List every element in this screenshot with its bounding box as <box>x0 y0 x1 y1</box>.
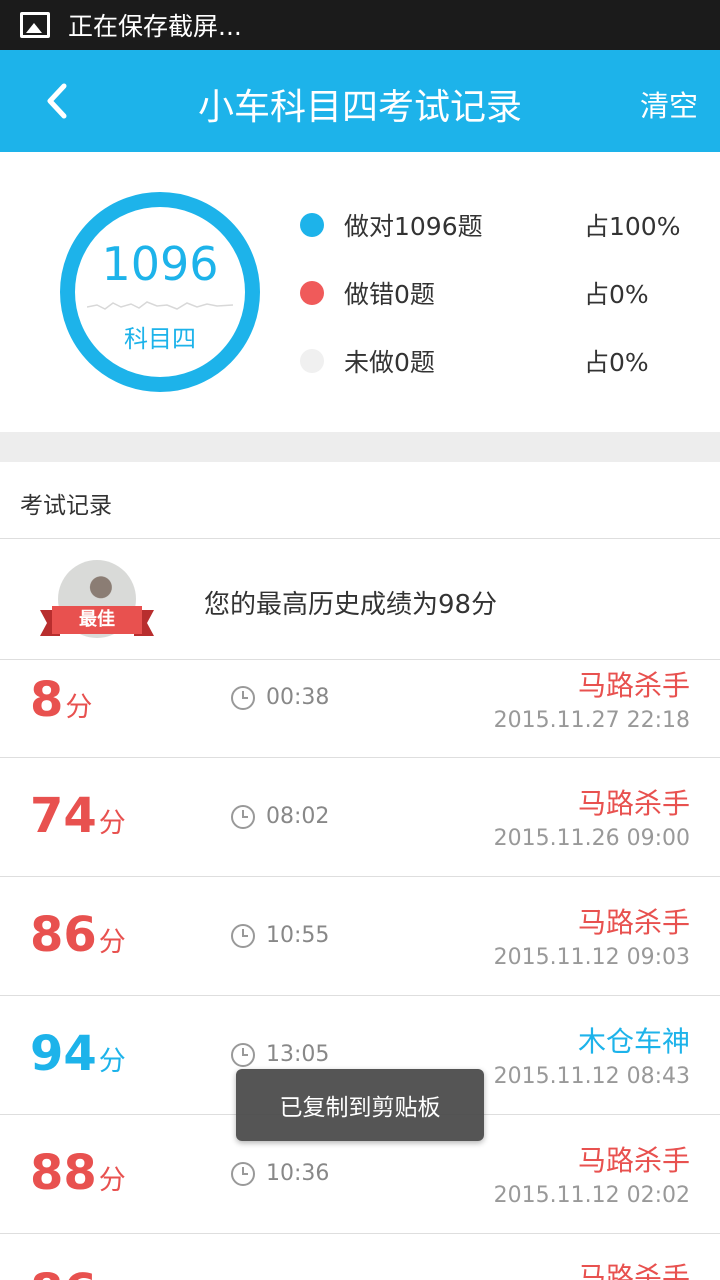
record-date: 2015.11.12 02:02 <box>493 1183 690 1208</box>
summary-panel: 1096 科目四 做对1096题 占100% 做错0题 占0% 未做0题 占0% <box>0 152 720 432</box>
record-date: 2015.11.12 09:03 <box>493 945 690 970</box>
record-duration: 08:02 <box>266 804 330 829</box>
record-row[interactable]: 8分 00:38 马路杀手 2015.11.27 22:18 <box>0 660 720 758</box>
stat-wrong: 做错0题 占0% <box>300 273 700 313</box>
record-rank: 马路杀手 <box>577 787 690 820</box>
header: 小车科目四考试记录 清空 <box>0 50 720 152</box>
clock-icon <box>231 1043 255 1067</box>
section-gap <box>0 432 720 462</box>
answered-count: 1096 <box>101 237 219 291</box>
record-row[interactable]: 74分 08:02 马路杀手 2015.11.26 09:00 <box>0 758 720 877</box>
stat-label: 未做0题 <box>344 348 435 377</box>
status-text: 正在保存截屏... <box>68 12 242 41</box>
record-row[interactable]: 86分 10:55 马路杀手 2015.11.12 09:03 <box>0 877 720 996</box>
records-section-title: 考试记录 <box>20 493 112 519</box>
clear-button[interactable]: 清空 <box>640 83 698 125</box>
page-title: 小车科目四考试记录 <box>197 87 522 128</box>
clock-icon <box>231 805 255 829</box>
record-row[interactable]: 86分 马路杀手 <box>0 1234 720 1280</box>
best-badge: 最佳 <box>52 606 142 634</box>
clock-icon <box>231 924 255 948</box>
stat-percent: 占0% <box>584 280 649 309</box>
divider <box>0 538 720 539</box>
record-date: 2015.11.12 08:43 <box>493 1064 690 1089</box>
record-rank: 马路杀手 <box>577 1144 690 1177</box>
best-score-row: 最佳 您的最高历史成绩为98分 <box>0 540 720 660</box>
record-duration: 10:36 <box>266 1161 330 1186</box>
record-duration: 13:05 <box>266 1042 330 1067</box>
record-rank: 马路杀手 <box>577 906 690 939</box>
best-ribbon: 最佳 <box>40 606 154 636</box>
stat-label: 做错0题 <box>344 280 435 309</box>
subject-label: 科目四 <box>124 325 196 353</box>
stat-label: 做对1096题 <box>344 212 483 241</box>
record-date: 2015.11.26 09:00 <box>493 826 690 851</box>
stat-correct: 做对1096题 占100% <box>300 205 700 245</box>
record-score: 86分 <box>30 907 126 963</box>
stat-undone: 未做0题 占0% <box>300 341 700 381</box>
status-bar: 正在保存截屏... <box>0 0 720 50</box>
best-score-text: 您的最高历史成绩为98分 <box>204 590 498 620</box>
record-rank: 马路杀手 <box>577 669 690 702</box>
record-score: 88分 <box>30 1145 126 1201</box>
record-rank: 木仓车神 <box>577 1025 690 1058</box>
record-score: 94分 <box>30 1026 126 1082</box>
record-score: 86分 <box>30 1264 126 1280</box>
wrong-dot-icon <box>300 281 324 305</box>
clock-icon <box>231 686 255 710</box>
progress-ring: 1096 科目四 <box>60 192 260 392</box>
wave-decoration <box>87 301 233 310</box>
image-icon <box>20 12 50 38</box>
record-duration: 10:55 <box>266 923 330 948</box>
stat-percent: 占100% <box>584 212 681 241</box>
record-duration: 00:38 <box>266 685 330 710</box>
record-score: 74分 <box>30 788 126 844</box>
toast-message: 已复制到剪贴板 <box>236 1069 484 1141</box>
correct-dot-icon <box>300 213 324 237</box>
record-score: 8分 <box>30 672 93 728</box>
stat-percent: 占0% <box>584 348 649 377</box>
undone-dot-icon <box>300 349 324 373</box>
record-rank: 马路杀手 <box>577 1261 690 1280</box>
clock-icon <box>231 1162 255 1186</box>
record-date: 2015.11.27 22:18 <box>493 708 690 733</box>
